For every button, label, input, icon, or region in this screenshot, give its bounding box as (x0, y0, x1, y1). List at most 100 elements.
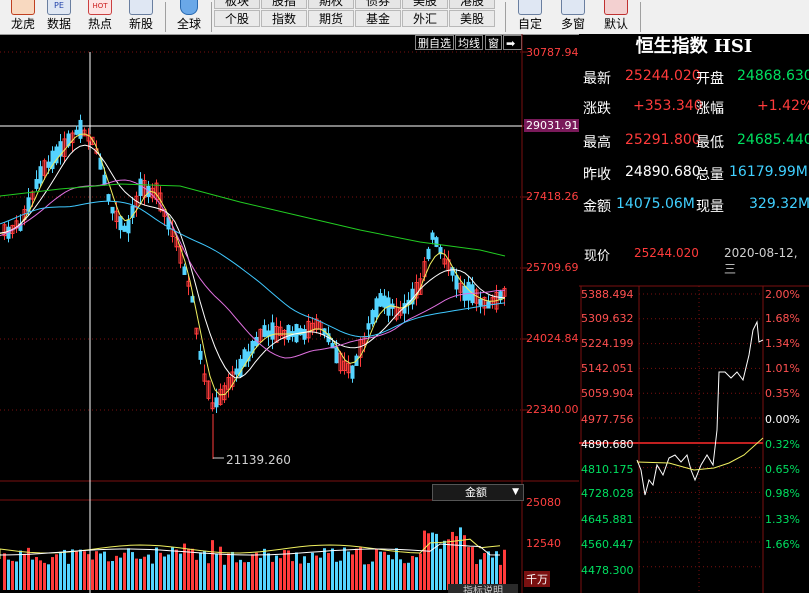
volume-bar (103, 551, 106, 590)
volume-bar (235, 562, 238, 590)
intraday-percent-tick: 2.00% (765, 288, 800, 301)
volume-bar (71, 549, 74, 590)
volume-bar (203, 550, 206, 590)
intraday-price-tick: 4810.175 (581, 463, 634, 476)
intraday-price-tick: 4560.447 (581, 538, 634, 551)
volume-bar (99, 553, 102, 590)
intraday-price-tick: 5309.632 (581, 312, 634, 325)
volume-bar (35, 556, 38, 590)
volume-bar (415, 557, 418, 590)
candle-body (74, 129, 79, 135)
tab-us-stocks[interactable]: 美股 (449, 10, 495, 27)
quote-label: 总量 (696, 167, 724, 183)
candle-body (454, 275, 459, 290)
candle-body (198, 350, 203, 360)
quote-label: 昨收 (583, 167, 611, 183)
volume-bar (31, 559, 34, 590)
tab-sector[interactable]: 板块 (214, 0, 260, 9)
quote-label: 涨跌 (583, 101, 611, 117)
volume-bar (175, 549, 178, 590)
candle-body (426, 248, 431, 260)
tab-index[interactable]: 指数 (261, 10, 307, 27)
volume-bar (123, 552, 126, 590)
candle-body (38, 166, 43, 184)
volume-bar (443, 540, 446, 590)
candle-body (118, 216, 123, 231)
indicator-help-button[interactable]: 指标说明 (448, 584, 518, 593)
hotspot-button[interactable]: HOT 热点 (77, 0, 123, 34)
volume-selector[interactable]: 金额 ▼ (432, 484, 524, 501)
quote-label: 最低 (696, 135, 724, 151)
tab-forex[interactable]: 外汇 (402, 10, 448, 27)
globe-icon (180, 0, 198, 15)
volume-bar (139, 558, 142, 590)
candle-body (102, 174, 107, 185)
default-icon (604, 0, 628, 15)
volume-bar (247, 562, 250, 590)
intraday-price-tick: 5059.904 (581, 387, 634, 400)
crosshair-price-label: 29031.91 (524, 119, 581, 132)
security-title: 恒生指数 HSI (635, 36, 753, 57)
volume-bar (79, 549, 82, 590)
tab-futures[interactable]: 期货 (308, 10, 354, 27)
tab-hk-stocks[interactable]: 港股 (449, 0, 495, 9)
tab-options[interactable]: 期权 (308, 0, 354, 9)
volume-bar (327, 553, 330, 590)
multi-window-icon (561, 0, 585, 15)
new-stock-button[interactable]: 新股 (118, 0, 164, 34)
volume-bar (391, 559, 394, 590)
custom-button[interactable]: 自定 (507, 0, 553, 34)
volume-bar (419, 553, 422, 590)
volume-bar (251, 554, 254, 590)
data-button[interactable]: PE 数据 (36, 0, 82, 34)
volume-bar (387, 554, 390, 590)
candle-body (478, 298, 483, 306)
volume-bar (315, 555, 318, 590)
price-tick: 30787.94 (526, 46, 579, 59)
quote-row: 最新 25244.020 开盘 24868.630 (579, 64, 809, 90)
quote-value: 24868.630 (737, 68, 809, 84)
volume-bar (91, 559, 94, 590)
current-price-value: 25244.020 (634, 246, 699, 260)
volume-bar (3, 553, 6, 590)
volume-bar (187, 548, 190, 590)
tab-bonds[interactable]: 债券 (355, 0, 401, 9)
volume-bar (127, 548, 130, 590)
candle-body (378, 293, 383, 307)
candle-body (214, 397, 219, 408)
volume-bar (23, 553, 26, 590)
data-label: 数据 (46, 17, 71, 31)
volume-bar (371, 561, 374, 590)
global-button[interactable]: 全球 (166, 0, 212, 34)
intraday-price-tick: 4645.881 (581, 513, 634, 526)
candle-body (350, 365, 355, 379)
intraday-percent-tick: 0.00% (765, 413, 800, 426)
volume-bar (323, 548, 326, 590)
tab-stock-index[interactable]: 股指 (261, 0, 307, 9)
volume-bar (223, 564, 226, 590)
multi-window-button[interactable]: 多窗 (550, 0, 596, 34)
volume-bar (7, 559, 10, 590)
volume-bar (75, 550, 78, 590)
candle-body (498, 291, 503, 301)
volume-bar (459, 527, 462, 590)
volume-selector-label: 金额 (465, 486, 487, 499)
quote-value: +353.340 (633, 98, 703, 114)
kline-chart[interactable] (0, 34, 579, 593)
volume-bar (427, 533, 430, 590)
quote-value: +1.42% (757, 98, 809, 114)
tab-funds[interactable]: 基金 (355, 10, 401, 27)
volume-bar (131, 552, 134, 590)
tab-us-stocks-top[interactable]: 美股 (402, 0, 448, 9)
volume-bar (283, 550, 286, 590)
candle-body (182, 266, 187, 275)
hot-icon: HOT (88, 0, 112, 15)
intraday-percent-tick: 0.65% (765, 463, 800, 476)
default-button[interactable]: 默认 (593, 0, 639, 34)
ma250-line (0, 183, 506, 257)
price-tick: 25709.69 (526, 261, 579, 274)
candle-body (462, 285, 467, 301)
volume-bar (211, 540, 214, 590)
volume-bar (171, 547, 174, 590)
tab-individual-stock[interactable]: 个股 (214, 10, 260, 27)
